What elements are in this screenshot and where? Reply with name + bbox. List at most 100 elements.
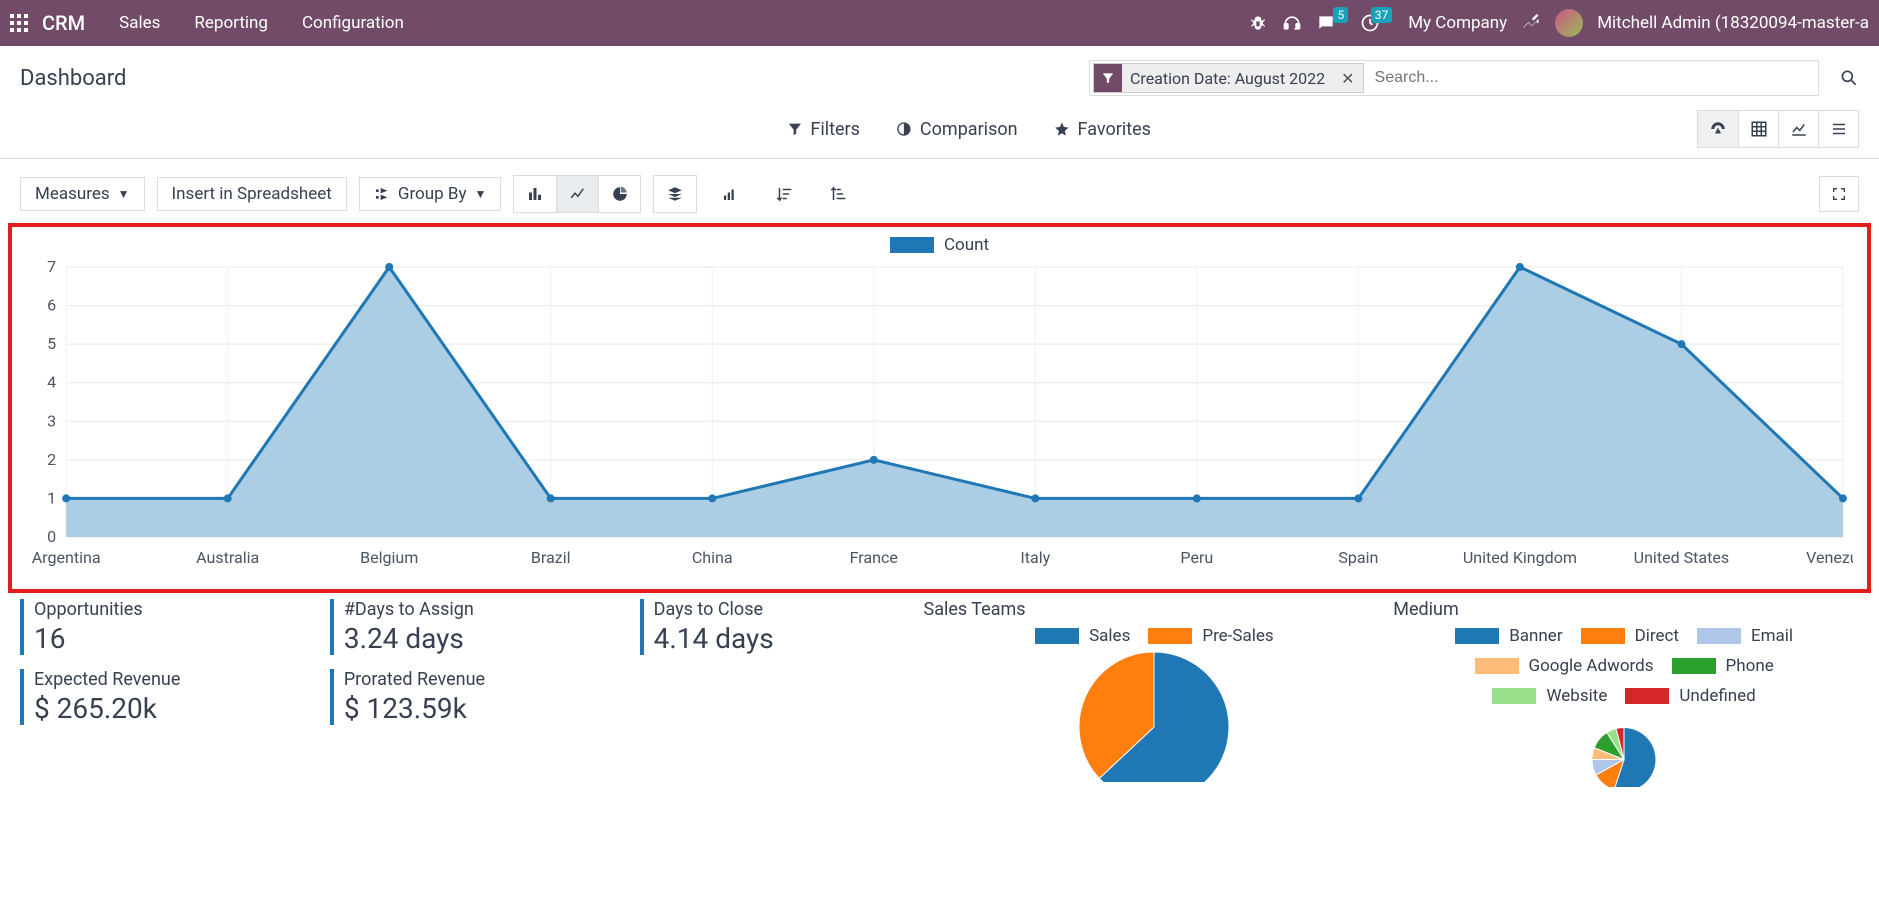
pie-chart-icon[interactable] bbox=[598, 176, 640, 212]
tools-icon[interactable] bbox=[1521, 13, 1541, 33]
nav-sales[interactable]: Sales bbox=[109, 7, 170, 39]
kpi-value: 16 bbox=[34, 622, 330, 655]
sales-teams-pie bbox=[1059, 652, 1249, 782]
svg-text:0: 0 bbox=[47, 527, 56, 546]
messages-badge: 5 bbox=[1333, 7, 1348, 23]
legend-text: Phone bbox=[1726, 656, 1774, 676]
apps-icon[interactable] bbox=[10, 14, 28, 32]
kpi-value: $ 123.59k bbox=[344, 692, 640, 725]
svg-text:China: China bbox=[692, 548, 733, 567]
bug-icon[interactable] bbox=[1248, 13, 1268, 33]
sales-teams-block: Sales Teams Sales Pre-Sales bbox=[920, 599, 1390, 787]
kpi-expected-revenue[interactable]: Expected Revenue $ 265.20k bbox=[20, 669, 330, 725]
legend-text: Direct bbox=[1635, 626, 1679, 646]
svg-text:Italy: Italy bbox=[1020, 548, 1050, 567]
line-chart-icon[interactable] bbox=[556, 176, 598, 212]
search-input[interactable] bbox=[1367, 69, 1818, 87]
svg-text:United States: United States bbox=[1634, 548, 1730, 567]
svg-text:Spain: Spain bbox=[1338, 548, 1378, 567]
company-selector[interactable]: My Company bbox=[1408, 13, 1507, 33]
headset-icon[interactable] bbox=[1282, 13, 1302, 33]
svg-text:France: France bbox=[850, 548, 898, 567]
svg-text:4: 4 bbox=[47, 373, 56, 392]
legend-swatch bbox=[1625, 688, 1669, 704]
legend-text: Banner bbox=[1509, 626, 1562, 646]
view-list-icon[interactable] bbox=[1818, 111, 1858, 147]
kpi-opportunities[interactable]: Opportunities 16 bbox=[20, 599, 330, 655]
stacked-icon[interactable] bbox=[654, 176, 696, 212]
sort-asc-bars-icon[interactable] bbox=[817, 176, 859, 212]
medium-pie bbox=[1569, 712, 1679, 787]
funnel-icon bbox=[1094, 64, 1122, 92]
legend-swatch bbox=[1035, 628, 1079, 644]
svg-text:Venezuela: Venezuela bbox=[1806, 548, 1853, 567]
medium-block: Medium Banner Direct Email Google Adword… bbox=[1389, 599, 1859, 787]
kpi-label: #Days to Assign bbox=[344, 599, 640, 620]
legend-item[interactable]: Website bbox=[1492, 686, 1607, 706]
chevron-down-icon: ▼ bbox=[475, 187, 487, 201]
legend-item[interactable]: Sales bbox=[1035, 626, 1130, 646]
svg-text:2: 2 bbox=[47, 450, 56, 469]
legend-swatch bbox=[1492, 688, 1536, 704]
favorites-label: Favorites bbox=[1078, 119, 1151, 140]
avatar[interactable] bbox=[1555, 9, 1583, 37]
comparison-toggle[interactable]: Comparison bbox=[896, 119, 1018, 140]
stack-group bbox=[653, 175, 697, 213]
view-dashboard-icon[interactable] bbox=[1698, 111, 1738, 147]
legend-item[interactable]: Email bbox=[1697, 626, 1793, 646]
legend-text: Pre-Sales bbox=[1202, 626, 1273, 646]
kpi-prorated-revenue[interactable]: Prorated Revenue $ 123.59k bbox=[330, 669, 640, 725]
medium-title: Medium bbox=[1389, 599, 1859, 620]
filter-bar: Filters Comparison Favorites bbox=[0, 106, 1879, 159]
insert-label: Insert in Spreadsheet bbox=[172, 184, 332, 204]
kpi-days-close[interactable]: Days to Close 4.14 days bbox=[640, 599, 920, 655]
legend-swatch bbox=[1148, 628, 1192, 644]
area-chart: 01234567ArgentinaAustraliaBelgiumBrazilC… bbox=[26, 257, 1853, 577]
legend-swatch bbox=[1672, 658, 1716, 674]
kpi-row: Opportunities 16 Expected Revenue $ 265.… bbox=[0, 593, 1879, 787]
favorites-toggle[interactable]: Favorites bbox=[1054, 119, 1151, 140]
legend-item[interactable]: Pre-Sales bbox=[1148, 626, 1273, 646]
main-chart-highlighted: Count 01234567ArgentinaAustraliaBelgiumB… bbox=[8, 223, 1871, 593]
sales-teams-legend: Sales Pre-Sales bbox=[939, 626, 1369, 646]
legend-item[interactable]: Direct bbox=[1581, 626, 1679, 646]
username[interactable]: Mitchell Admin (18320094-master-a bbox=[1597, 13, 1869, 33]
fullscreen-icon[interactable] bbox=[1819, 176, 1859, 212]
groupby-button[interactable]: Group By ▼ bbox=[359, 177, 502, 211]
filters-label: Filters bbox=[810, 119, 860, 140]
groupby-label: Group By bbox=[398, 184, 467, 204]
legend-item[interactable]: Banner bbox=[1455, 626, 1562, 646]
legend-text: Undefined bbox=[1679, 686, 1755, 706]
legend-text: Email bbox=[1751, 626, 1793, 646]
svg-text:Australia: Australia bbox=[196, 548, 259, 567]
nav-reporting[interactable]: Reporting bbox=[184, 7, 278, 39]
filters-toggle[interactable]: Filters bbox=[786, 119, 860, 140]
nav-configuration[interactable]: Configuration bbox=[292, 7, 414, 39]
view-pivot-icon[interactable] bbox=[1738, 111, 1778, 147]
legend-item[interactable]: Undefined bbox=[1625, 686, 1755, 706]
svg-text:3: 3 bbox=[47, 411, 56, 430]
sort-asc-icon[interactable] bbox=[709, 176, 751, 212]
filter-chip-label: Creation Date: August 2022 bbox=[1122, 69, 1333, 88]
bar-chart-icon[interactable] bbox=[514, 176, 556, 212]
kpi-days-assign[interactable]: #Days to Assign 3.24 days bbox=[330, 599, 640, 655]
legend-item[interactable]: Google Adwords bbox=[1475, 656, 1654, 676]
legend-item[interactable]: Phone bbox=[1672, 656, 1774, 676]
search-icon[interactable] bbox=[1839, 68, 1859, 88]
medium-legend: Banner Direct Email Google Adwords Phone… bbox=[1409, 626, 1839, 706]
messages-icon[interactable]: 5 bbox=[1316, 13, 1336, 33]
chart-toolbar: Measures ▼ Insert in Spreadsheet Group B… bbox=[0, 159, 1879, 223]
sort-desc-bars-icon[interactable] bbox=[763, 176, 805, 212]
app-brand[interactable]: CRM bbox=[42, 11, 85, 35]
legend-swatch bbox=[890, 237, 934, 253]
view-graph-icon[interactable] bbox=[1778, 111, 1818, 147]
insert-spreadsheet-button[interactable]: Insert in Spreadsheet bbox=[157, 177, 347, 211]
legend-swatch bbox=[1697, 628, 1741, 644]
activities-icon[interactable]: 37 bbox=[1360, 13, 1380, 33]
legend-swatch bbox=[1581, 628, 1625, 644]
svg-text:1: 1 bbox=[47, 488, 56, 507]
search-box[interactable]: Creation Date: August 2022 ✕ bbox=[1089, 60, 1819, 96]
svg-text:Belgium: Belgium bbox=[360, 548, 418, 567]
chip-remove-icon[interactable]: ✕ bbox=[1333, 69, 1362, 88]
measures-button[interactable]: Measures ▼ bbox=[20, 177, 145, 211]
